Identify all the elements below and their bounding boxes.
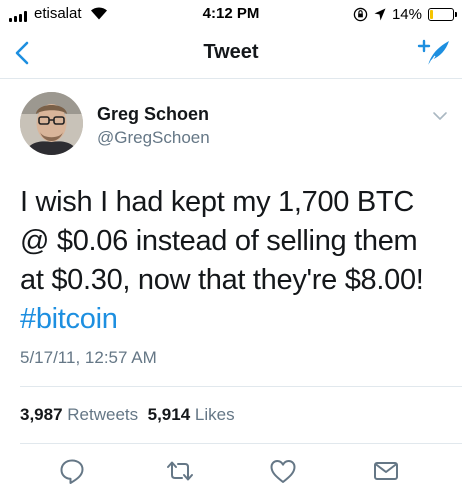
username[interactable]: @GregSchoen	[97, 128, 210, 148]
tweet-stats: 3,987 Retweets 5,914 Likes	[20, 405, 235, 425]
retweets-label: Retweets	[67, 405, 139, 424]
likes-stat[interactable]: 5,914 Likes	[148, 405, 235, 424]
navigation-bar: Tweet	[0, 30, 462, 79]
envelope-icon	[374, 462, 398, 480]
battery-level-fill	[430, 9, 433, 19]
hashtag-link[interactable]: #bitcoin	[20, 300, 440, 339]
tweet-options-button[interactable]	[430, 106, 450, 126]
compose-tweet-button[interactable]	[416, 35, 452, 71]
share-via-dm-button[interactable]	[371, 456, 401, 486]
location-arrow-icon	[374, 8, 386, 20]
like-button[interactable]	[268, 456, 298, 486]
page-title: Tweet	[203, 41, 259, 63]
likes-count: 5,914	[147, 405, 191, 424]
reply-icon	[60, 459, 84, 484]
retweet-icon	[167, 461, 193, 481]
heart-icon	[270, 460, 296, 483]
orientation-lock-icon	[353, 7, 368, 21]
retweet-button[interactable]	[165, 456, 195, 486]
avatar[interactable]	[20, 92, 83, 155]
tweet-header: Greg Schoen @GregSchoen	[20, 92, 450, 162]
battery-icon	[428, 7, 457, 21]
tweet-text: I wish I had kept my 1,700 BTC @ $0.06 i…	[20, 183, 440, 339]
status-right-group: 14%	[353, 4, 457, 24]
status-bar: etisalat 4:12 PM 14%	[0, 0, 462, 30]
chevron-down-icon	[433, 112, 447, 120]
divider	[20, 443, 462, 444]
display-name[interactable]: Greg Schoen	[97, 104, 209, 125]
retweets-stat[interactable]: 3,987 Retweets	[20, 405, 138, 424]
likes-label: Likes	[194, 405, 235, 424]
reply-button[interactable]	[57, 456, 87, 486]
tweet-body: I wish I had kept my 1,700 BTC @ $0.06 i…	[20, 186, 424, 296]
tweet-timestamp: 5/17/11, 12:57 AM	[20, 348, 157, 367]
tweet-action-bar	[0, 452, 462, 488]
divider	[20, 386, 462, 387]
retweets-count: 3,987	[20, 405, 63, 424]
profile-photo	[20, 92, 83, 155]
battery-percent: 14%	[391, 5, 422, 23]
compose-tweet-icon	[417, 39, 449, 67]
